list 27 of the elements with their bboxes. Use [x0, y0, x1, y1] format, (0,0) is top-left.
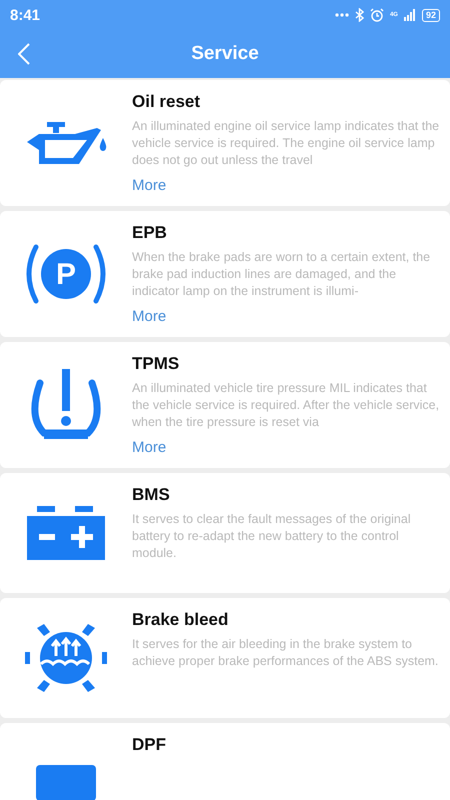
signal-icon	[404, 9, 416, 21]
service-title: TPMS	[132, 354, 180, 374]
service-title: DPF	[132, 735, 167, 755]
service-title: BMS	[132, 485, 171, 505]
page-title: Service	[191, 43, 259, 65]
service-title: Brake bleed	[132, 610, 230, 630]
service-description: It serves for the air bleeding in the brake system to achieve proper brake performances of the ABS system.	[132, 636, 440, 670]
brake-fluid-icon	[25, 622, 107, 694]
dots-icon	[334, 13, 349, 17]
service-card[interactable]: DPF	[0, 723, 450, 800]
alarm-clock-icon	[370, 8, 384, 22]
battery-level: 92	[422, 8, 440, 22]
service-card[interactable]: TPMS An illuminated vehicle tire pressure MIL indicates that the vehicle service is required. After the vehicle service, when the tire pressure is reset via More	[0, 342, 450, 468]
battery-icon	[27, 506, 105, 560]
oil-can-icon	[25, 120, 107, 166]
service-card[interactable]: Brake bleed It serves for the air bleeding in the brake system to achieve proper brake performances of the ABS system.	[0, 598, 450, 718]
service-card[interactable]: Oil reset An illuminated engine oil service lamp indicates that the vehicle service is required. The engine oil service lamp does not go out unless the travel More	[0, 80, 450, 206]
service-description: It serves to clear the fault messages of the original battery to re-adapt the new battery to the control module.	[132, 511, 412, 562]
service-title: Oil reset	[132, 92, 202, 112]
service-description: An illuminated engine oil service lamp indicates that the vehicle service is required. The engine oil service lamp does not go out unless the travel	[132, 118, 440, 169]
service-description: When the brake pads are worn to a certain extent, the brake pad induction lines are damaged, and the indicator lamp on the instrument is illumi-	[132, 249, 432, 300]
service-card[interactable]: P EPB When the brake pads are worn to a certain extent, the brake pad induction lines are damaged, and the indicator lamp on the instrument is illumi- More	[0, 211, 450, 337]
service-description: An illuminated vehicle tire pressure MIL indicates that the vehicle service is required. After the vehicle service, when the tire pressure is reset via	[132, 380, 440, 431]
service-card[interactable]: BMS It serves to clear the fault messages of the original battery to re-adapt the new battery to the control module.	[0, 473, 450, 593]
bluetooth-icon	[354, 8, 364, 22]
status-time: 8:41	[10, 6, 40, 24]
service-title: EPB	[132, 223, 168, 243]
